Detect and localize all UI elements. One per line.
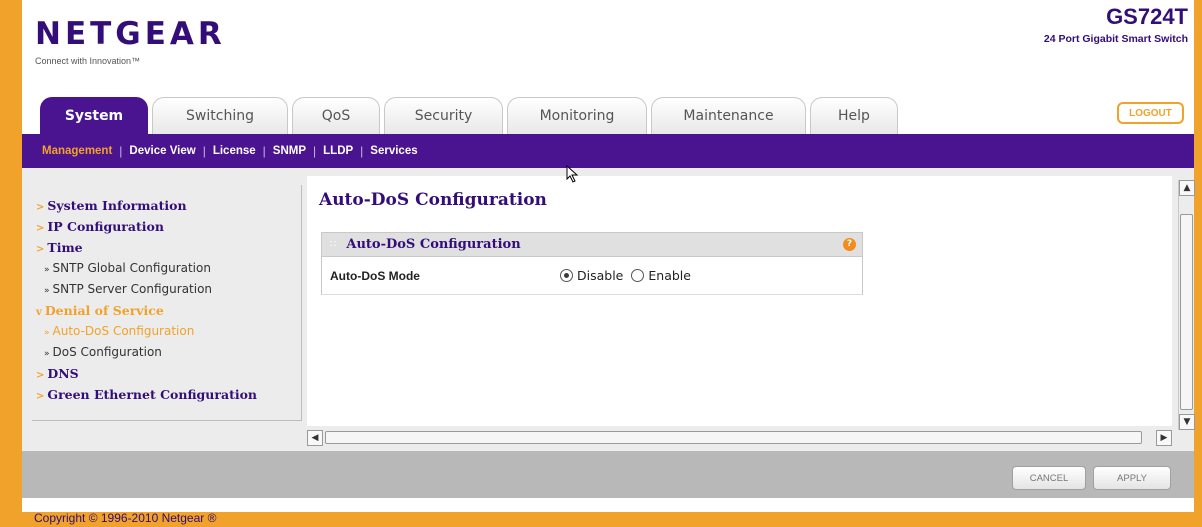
tab-help[interactable]: Help <box>810 97 898 134</box>
scroll-thumb[interactable] <box>1180 214 1193 410</box>
double-chevron-icon: » <box>44 265 50 275</box>
sidebar-item-label: Denial of Service <box>44 303 164 318</box>
auto-dos-mode-row: Auto-DoS Mode Disable Enable <box>322 257 862 295</box>
content-area: > System Information > IP Configuration > T… <box>22 168 1195 451</box>
radio-disable[interactable] <box>560 269 573 282</box>
double-chevron-icon: » <box>44 349 50 359</box>
separator: | <box>313 144 317 158</box>
cancel-button[interactable]: CANCEL <box>1012 466 1086 490</box>
chevron-down-icon: v <box>36 307 42 318</box>
tab-qos[interactable]: QoS <box>292 97 380 134</box>
tab-switching[interactable]: Switching <box>152 97 288 134</box>
panel-header: ∷ Auto-DoS Configuration ? <box>322 233 862 257</box>
sidebar-item-label: System Information <box>47 198 187 213</box>
sidebar-item-label: Time <box>47 240 83 255</box>
radio-disable-label: Disable <box>577 268 624 283</box>
radio-enable[interactable] <box>631 269 645 282</box>
model-description: 24 Port Gigabit Smart Switch <box>1043 33 1188 45</box>
chevron-right-icon: > <box>36 202 45 213</box>
chevron-right-icon: > <box>36 370 45 381</box>
radio-enable-label: Enable <box>648 268 691 283</box>
vertical-scrollbar[interactable]: ▲ ▼ <box>1178 180 1195 430</box>
header: NETGEAR Connect with Innovation™ GS724T … <box>22 0 1194 134</box>
separator: | <box>119 144 123 158</box>
chevron-right-icon: > <box>36 244 45 255</box>
app-frame: NETGEAR Connect with Innovation™ GS724T … <box>22 0 1195 512</box>
logout-button[interactable]: LOGOUT <box>1117 102 1184 124</box>
subnav-services[interactable]: Services <box>370 145 417 157</box>
sidebar-item-time[interactable]: > Time <box>32 237 301 258</box>
subnav-snmp[interactable]: SNMP <box>273 145 306 157</box>
separator: | <box>262 144 266 158</box>
tab-maintenance[interactable]: Maintenance <box>651 97 806 134</box>
sidebar-item-label: DoS Configuration <box>52 345 162 359</box>
scroll-left-icon[interactable]: ◀ <box>307 430 323 446</box>
sidebar-item-sntp-server-configuration[interactable]: » SNTP Server Configuration <box>32 279 301 300</box>
scroll-right-icon[interactable]: ▶ <box>1156 430 1172 446</box>
copyright: Copyright © 1996-2010 Netgear ® <box>34 511 217 525</box>
sidebar-item-label: Green Ethernet Configuration <box>47 387 258 402</box>
sidebar-item-dns[interactable]: > DNS <box>32 363 301 384</box>
subnav-lldp[interactable]: LLDP <box>323 145 353 157</box>
tagline: Connect with Innovation™ <box>35 56 141 66</box>
field-label: Auto-DoS Mode <box>330 268 420 283</box>
config-panel: ∷ Auto-DoS Configuration ? Auto-DoS Mode… <box>321 232 863 295</box>
separator: | <box>202 144 206 158</box>
sidebar-item-label: SNTP Server Configuration <box>52 282 213 296</box>
auto-dos-mode-radios: Disable Enable <box>560 268 699 283</box>
sidebar-item-denial-of-service[interactable]: v Denial of Service <box>32 300 301 321</box>
netgear-logo: NETGEAR <box>35 16 226 52</box>
sub-navigation: Management | Device View | License | SNM… <box>22 134 1194 168</box>
scroll-up-icon[interactable]: ▲ <box>1179 180 1195 196</box>
subnav-license[interactable]: License <box>213 145 256 157</box>
separator: | <box>360 144 364 158</box>
chevron-right-icon: > <box>36 391 45 402</box>
scroll-down-icon[interactable]: ▼ <box>1179 414 1195 430</box>
tab-security[interactable]: Security <box>384 97 503 134</box>
horizontal-scrollbar[interactable]: ◀ ▶ <box>307 430 1172 446</box>
sidebar-item-sntp-global-configuration[interactable]: » SNTP Global Configuration <box>32 258 301 279</box>
tab-monitoring[interactable]: Monitoring <box>507 97 647 134</box>
sidebar-item-ip-configuration[interactable]: > IP Configuration <box>32 216 301 237</box>
double-chevron-icon: » <box>44 328 50 338</box>
help-icon[interactable]: ? <box>843 238 856 251</box>
apply-button[interactable]: APPLY <box>1093 466 1171 490</box>
sidebar-item-dos-configuration[interactable]: » DoS Configuration <box>32 342 301 363</box>
sidebar-item-label: Auto-DoS Configuration <box>52 324 195 338</box>
grip-icon: ∷ <box>330 239 337 250</box>
mouse-cursor-icon <box>566 165 579 183</box>
page-title: Auto-DoS Configuration <box>319 190 547 210</box>
sidebar: > System Information > IP Configuration > T… <box>32 185 302 421</box>
sidebar-item-label: IP Configuration <box>47 219 164 234</box>
main-tabs: System Switching QoS Security Monitoring… <box>40 97 902 134</box>
tab-system[interactable]: System <box>40 97 148 134</box>
sidebar-item-green-ethernet-configuration[interactable]: > Green Ethernet Configuration <box>32 384 301 405</box>
double-chevron-icon: » <box>44 286 50 296</box>
scroll-thumb-horizontal[interactable] <box>325 431 1142 444</box>
chevron-right-icon: > <box>36 223 45 234</box>
footer-bar: CANCEL APPLY <box>22 451 1194 498</box>
sidebar-item-label: DNS <box>47 366 79 381</box>
subnav-management[interactable]: Management <box>42 145 112 157</box>
panel-title: Auto-DoS Configuration <box>346 237 521 252</box>
sidebar-item-label: SNTP Global Configuration <box>52 261 211 275</box>
model-name: GS724T <box>1106 4 1188 29</box>
sidebar-item-auto-dos-configuration[interactable]: » Auto-DoS Configuration <box>32 321 301 342</box>
main-panel: Auto-DoS Configuration ∷ Auto-DoS Config… <box>307 176 1172 426</box>
subnav-device-view[interactable]: Device View <box>129 145 195 157</box>
sidebar-item-system-information[interactable]: > System Information <box>32 195 301 216</box>
